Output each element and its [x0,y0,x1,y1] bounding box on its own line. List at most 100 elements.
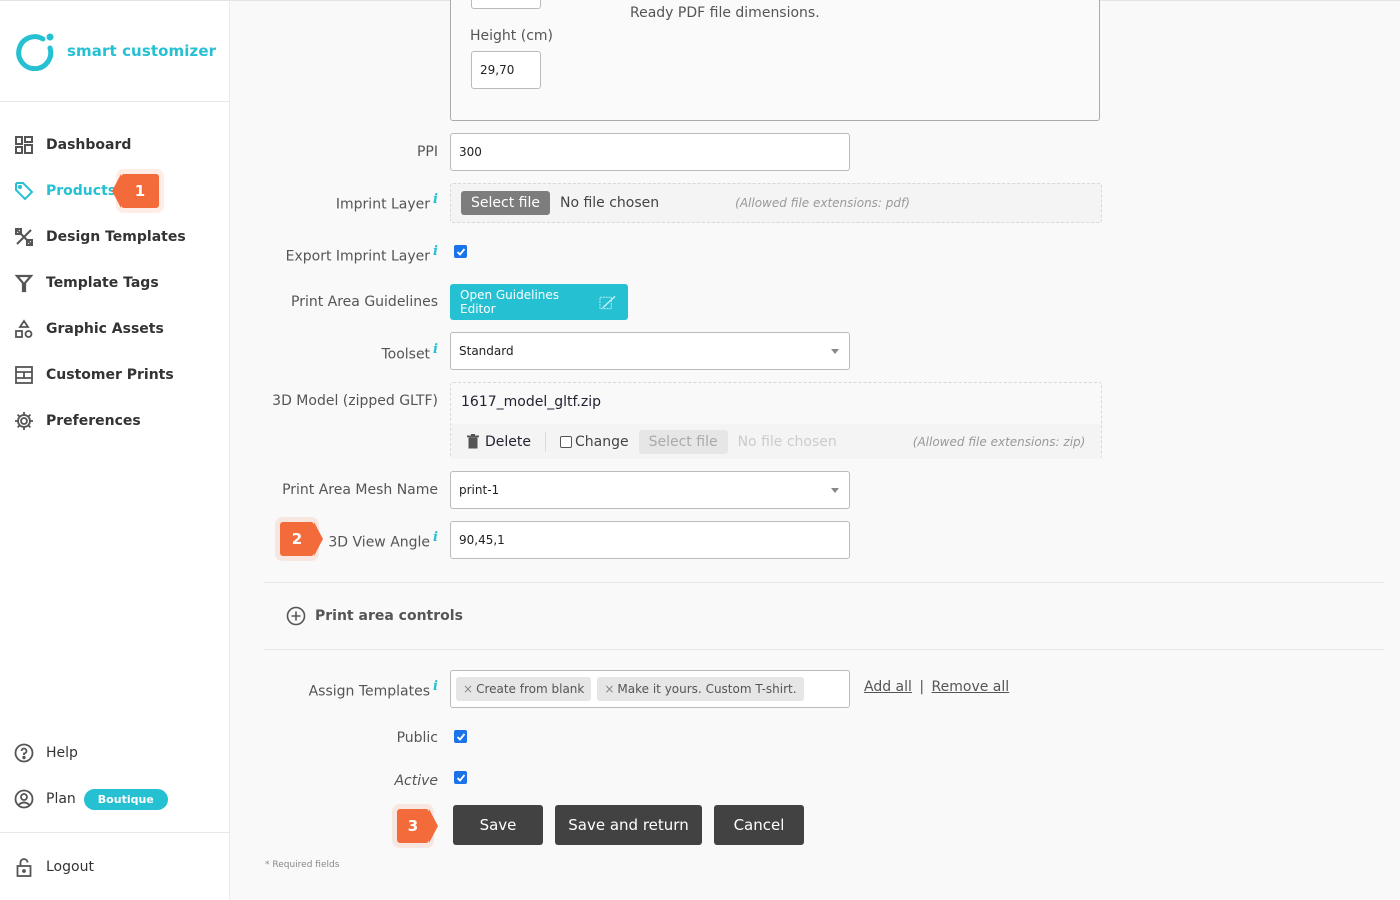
assign-templates-label: Assign Templates i [308,679,438,700]
height-value: 29,70 [480,63,515,77]
info-icon[interactable]: i [433,342,438,357]
change-model-checkbox[interactable] [560,435,572,448]
divider [545,431,546,452]
divider [264,649,1384,650]
add-all-link[interactable]: Add all [864,679,912,695]
sidebar-logout-area: Logout [0,844,230,890]
model-3d-file-field: 1617_model_gltf.zip Delete Change Select… [450,382,1102,459]
model-select-file-button[interactable]: Select file [638,429,728,454]
cancel-button[interactable]: Cancel [714,805,804,845]
sidebar-item-label: Template Tags [46,275,159,291]
tag-label: Create from blank [476,682,585,696]
button-label: Open Guidelines Editor [460,288,560,316]
plan-badge: Boutique [83,788,168,810]
dashboard-icon [14,135,34,155]
info-icon[interactable]: i [433,530,438,545]
info-icon[interactable]: i [433,244,438,259]
active-label: Active [394,773,438,789]
separator: | [919,679,925,695]
sidebar-item-label: Preferences [46,413,141,429]
change-model-label: Change [575,433,629,450]
imprint-layer-file-field: Select file No file chosen (Allowed file… [450,183,1102,223]
height-input[interactable]: 29,70 [471,51,541,89]
check-icon [456,247,465,256]
remove-all-link[interactable]: Remove all [932,679,1010,695]
print-area-controls-label: Print area controls [315,608,463,624]
step-number: 1 [134,182,146,200]
template-tag: × Make it yours. Custom T-shirt. [597,677,804,701]
prints-icon [14,365,34,385]
sidebar-item-label: Dashboard [46,137,132,153]
delete-model-link[interactable]: Delete [485,434,531,450]
view-angle-value: 90,45,1 [459,533,505,547]
assign-templates-input[interactable]: × Create from blank × Make it yours. Custo… [450,670,850,708]
imprint-file-status: No file chosen [559,195,660,211]
print-area-guidelines-label: Print Area Guidelines [291,294,438,310]
main-content: Ready PDF file dimensions. Height (cm) 2… [230,0,1400,900]
height-label: Height (cm) [470,28,553,44]
model-3d-actions: Delete Change Select file No file chosen… [451,424,1101,459]
tag-label: Make it yours. Custom T-shirt. [617,682,797,696]
public-label: Public [396,730,438,746]
print-area-controls-toggle[interactable]: Print area controls [286,606,463,626]
template-bulk-actions: Add all | Remove all [864,679,1009,695]
export-imprint-layer-checkbox[interactable] [454,245,467,258]
lock-icon [14,857,34,877]
model-3d-filename[interactable]: 1617_model_gltf.zip [461,394,601,410]
sidebar-item-label: Customer Prints [46,367,174,383]
logout-label: Logout [46,859,94,875]
open-guidelines-editor-button[interactable]: Open Guidelines Editor [450,284,628,320]
check-icon [456,773,465,782]
mesh-name-value: print-1 [459,483,500,497]
view-angle-label: 3D View Angle i [328,530,438,551]
sidebar-item-label: Graphic Assets [46,321,164,337]
design-tools-icon [14,227,34,247]
remove-tag-icon[interactable]: × [463,682,473,696]
sidebar-item-logout[interactable]: Logout [0,844,230,890]
chevron-down-icon [831,349,839,354]
mesh-name-label: Print Area Mesh Name [282,482,438,498]
top-border [0,0,230,1]
view-angle-input[interactable]: 90,45,1 [450,521,850,559]
save-and-return-button[interactable]: Save and return [555,805,702,845]
toolset-label: Toolset i [381,342,438,363]
edit-guidelines-icon [599,295,616,310]
required-fields-note: * Required fields [265,860,340,870]
info-icon[interactable]: i [433,192,438,207]
logo[interactable]: smart customizer [15,31,217,72]
width-input[interactable] [471,0,541,9]
remove-tag-icon[interactable]: × [604,682,614,696]
filter-icon [14,273,34,293]
divider [0,101,230,102]
shapes-icon [14,319,34,339]
step-badge: 1 [112,174,159,208]
brand-name: smart customizer [67,42,217,60]
mesh-name-select[interactable]: print-1 [450,471,850,509]
chevron-down-icon [831,488,839,493]
gear-icon [14,411,34,431]
step-badge: 3 [397,809,438,843]
check-icon [456,732,465,741]
active-checkbox[interactable] [454,771,467,784]
toolset-value: Standard [459,344,514,358]
ppi-input[interactable]: 300 [450,133,850,171]
tag-icon [14,181,34,201]
ppi-value: 300 [459,145,482,159]
ppi-label: PPI [416,144,438,160]
sidebar-item-label: Design Templates [46,229,186,245]
template-tag: × Create from blank [456,677,592,701]
help-label: Help [46,745,78,761]
model-allowed-extensions: (Allowed file extensions: zip) [912,434,1086,449]
plus-circle-icon [286,606,306,626]
sidebar-item-label: Products [46,183,117,199]
help-icon [14,743,34,763]
save-button[interactable]: Save [453,805,543,845]
toolset-select[interactable]: Standard [450,332,850,370]
public-checkbox[interactable] [454,730,467,743]
divider [264,582,1384,583]
info-icon[interactable]: i [433,679,438,694]
trash-icon [467,434,479,449]
sidebar: smart customizer Dashboard Products 1 De… [0,0,230,900]
step-number: 3 [407,817,419,835]
imprint-select-file-button[interactable]: Select file [461,191,550,215]
